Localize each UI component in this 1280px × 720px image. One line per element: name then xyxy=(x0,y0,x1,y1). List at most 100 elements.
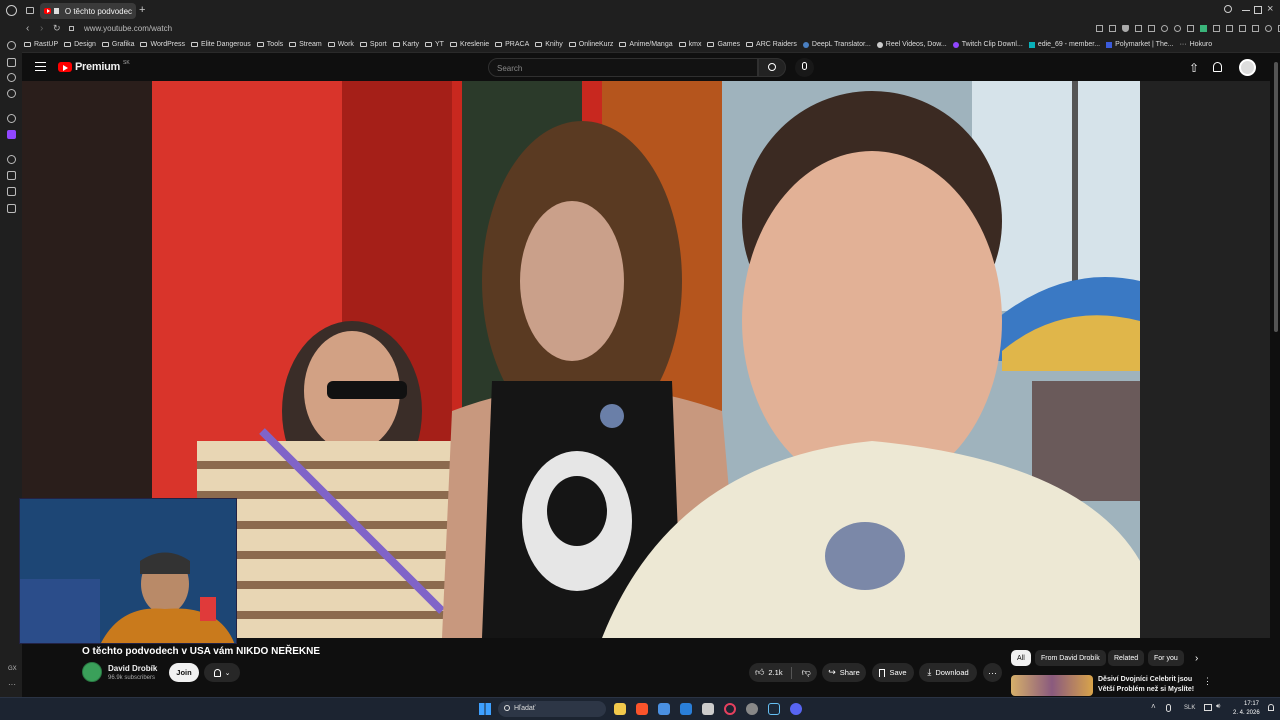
steam-icon[interactable] xyxy=(768,703,780,715)
channel-name[interactable]: David Drobík xyxy=(108,664,157,673)
bookmark-item[interactable]: edie_69 - member... xyxy=(1028,41,1100,48)
minimize-icon[interactable] xyxy=(1242,10,1250,11)
chip-for-you[interactable]: For you xyxy=(1148,650,1184,666)
player-icon[interactable] xyxy=(7,155,16,164)
bookmark-item[interactable]: Elite Dangerous xyxy=(190,41,251,48)
extension-icon[interactable] xyxy=(1109,25,1116,32)
account-avatar[interactable] xyxy=(1239,59,1256,76)
app-icon[interactable] xyxy=(702,703,714,715)
channel-avatar[interactable] xyxy=(82,662,102,682)
app-icon[interactable] xyxy=(680,703,692,715)
settings-icon[interactable] xyxy=(7,114,16,123)
youtube-logo[interactable]: Premium SK xyxy=(58,60,130,73)
upload-icon[interactable]: ⇧ xyxy=(1189,61,1199,75)
start-windows-icon[interactable] xyxy=(479,703,491,715)
wallet-icon[interactable] xyxy=(1239,25,1246,32)
bookmark-item[interactable]: PRACA xyxy=(495,41,529,48)
chip-from-channel[interactable]: From David Drobík xyxy=(1035,650,1106,666)
bookmark-item[interactable]: Games xyxy=(707,41,740,48)
chevron-right-icon[interactable]: › xyxy=(1195,653,1198,664)
extension-icon[interactable] xyxy=(1148,25,1155,32)
download-button[interactable]: ⤓ Download xyxy=(919,663,977,682)
more-actions-button[interactable]: ··· xyxy=(983,663,1002,682)
bookmark-item[interactable]: Sport xyxy=(359,41,387,48)
play-icon[interactable] xyxy=(1161,25,1168,32)
opera-gx-icon[interactable] xyxy=(724,703,736,715)
map-icon[interactable] xyxy=(7,171,16,180)
maximize-icon[interactable] xyxy=(1254,6,1262,14)
recommended-video-item[interactable]: Děsiví Dvojníci Celebrit jsou Větší Prob… xyxy=(1011,675,1212,696)
search-input[interactable]: Search xyxy=(488,58,758,77)
bookmark-item[interactable]: DeepL Translator... xyxy=(802,41,871,48)
audio-icon[interactable] xyxy=(54,8,59,14)
bookmark-item[interactable]: YT xyxy=(425,41,444,48)
join-button[interactable]: Join xyxy=(169,663,199,682)
notification-bell-icon[interactable] xyxy=(1268,704,1274,711)
app-icon[interactable] xyxy=(658,703,670,715)
subscribe-bell-button[interactable]: ⌄ xyxy=(204,663,240,682)
extension-icon[interactable] xyxy=(1213,25,1220,32)
tools-icon[interactable] xyxy=(7,187,16,196)
back-icon[interactable]: ‹ xyxy=(26,23,29,34)
new-tab-icon[interactable]: + xyxy=(139,4,145,16)
profile-icon[interactable] xyxy=(1265,25,1272,32)
reload-icon[interactable]: ↻ xyxy=(53,23,61,34)
browser-logo-icon[interactable] xyxy=(6,5,17,16)
voice-search-button[interactable] xyxy=(795,58,814,77)
more-icon[interactable]: ··· xyxy=(8,680,16,689)
bookmark-item[interactable]: ··· Hokuro xyxy=(1180,41,1213,48)
bookmark-item[interactable]: RastUP xyxy=(24,41,58,48)
opera-icon[interactable] xyxy=(7,41,16,50)
download-icon[interactable] xyxy=(1252,25,1259,32)
bookmark-item[interactable]: kmx xyxy=(678,41,701,48)
extension-icon[interactable] xyxy=(1187,25,1194,32)
language-indicator[interactable]: SLK xyxy=(1184,705,1195,711)
discord-icon[interactable] xyxy=(790,703,802,715)
bookmark-item[interactable]: Grafika xyxy=(101,41,134,48)
brave-icon[interactable] xyxy=(636,703,648,715)
twitch-sidebar-icon[interactable] xyxy=(7,130,16,139)
bookmark-item[interactable]: Karty xyxy=(392,41,419,48)
taskbar-search-box[interactable]: Hľadať xyxy=(498,701,606,717)
file-explorer-icon[interactable] xyxy=(614,703,626,715)
tab-active[interactable]: O těchto podvodech v xyxy=(40,3,136,19)
recommended-thumbnail[interactable] xyxy=(1011,675,1093,696)
bookmark-item[interactable]: Kreslenie xyxy=(449,41,489,48)
clock-time[interactable]: 17:17 xyxy=(1244,701,1259,707)
chip-related[interactable]: Related xyxy=(1108,650,1145,666)
save-button[interactable]: Save xyxy=(872,663,914,682)
shield-icon[interactable] xyxy=(1122,25,1129,32)
notifications-bell-icon[interactable] xyxy=(1213,62,1222,72)
close-icon[interactable]: × xyxy=(1267,3,1273,15)
history-icon[interactable] xyxy=(7,204,16,213)
recommended-menu-icon[interactable]: ⋮ xyxy=(1203,676,1212,687)
bookmark-item[interactable]: Work xyxy=(327,41,354,48)
green-extension-icon[interactable] xyxy=(1200,25,1207,32)
extension-icon[interactable] xyxy=(1096,25,1103,32)
bookmark-item[interactable]: OnlineKurz xyxy=(568,41,613,48)
bookmark-item[interactable]: Tools xyxy=(256,41,283,48)
sidebar-gx-label[interactable]: GX xyxy=(8,666,17,672)
scrollbar-thumb[interactable] xyxy=(1274,62,1278,332)
tray-chevron-up-icon[interactable]: ˄ xyxy=(1151,702,1156,711)
dislike-button[interactable]: 👎︎ xyxy=(802,667,811,678)
page-scrollbar[interactable] xyxy=(1272,54,1280,697)
search-button[interactable] xyxy=(758,58,786,77)
search-tabs-icon[interactable] xyxy=(1224,5,1232,13)
bookmark-item[interactable]: Knihy xyxy=(535,41,563,48)
extension-icon[interactable] xyxy=(1226,25,1233,32)
microphone-tray-icon[interactable] xyxy=(1166,704,1171,712)
app-icon[interactable] xyxy=(746,703,758,715)
bookmark-item[interactable]: Design xyxy=(64,41,96,48)
bookmark-item[interactable]: WordPress xyxy=(140,41,185,48)
bookmark-item[interactable]: Stream xyxy=(289,41,322,48)
whatsapp-icon[interactable] xyxy=(7,89,16,98)
bookmark-item[interactable]: ARC Raiders xyxy=(746,41,797,48)
heart-icon[interactable] xyxy=(1174,25,1181,32)
share-button[interactable]: ↪ Share xyxy=(822,663,866,682)
bookmark-item[interactable]: Reel Videos, Dow... xyxy=(876,41,947,48)
bookmark-item[interactable]: Twitch Clip Downl... xyxy=(952,41,1023,48)
url-field[interactable]: www.youtube.com/watch xyxy=(84,24,172,33)
bookmark-item[interactable]: Anime/Manga xyxy=(619,41,673,48)
chip-all[interactable]: All xyxy=(1011,650,1031,666)
